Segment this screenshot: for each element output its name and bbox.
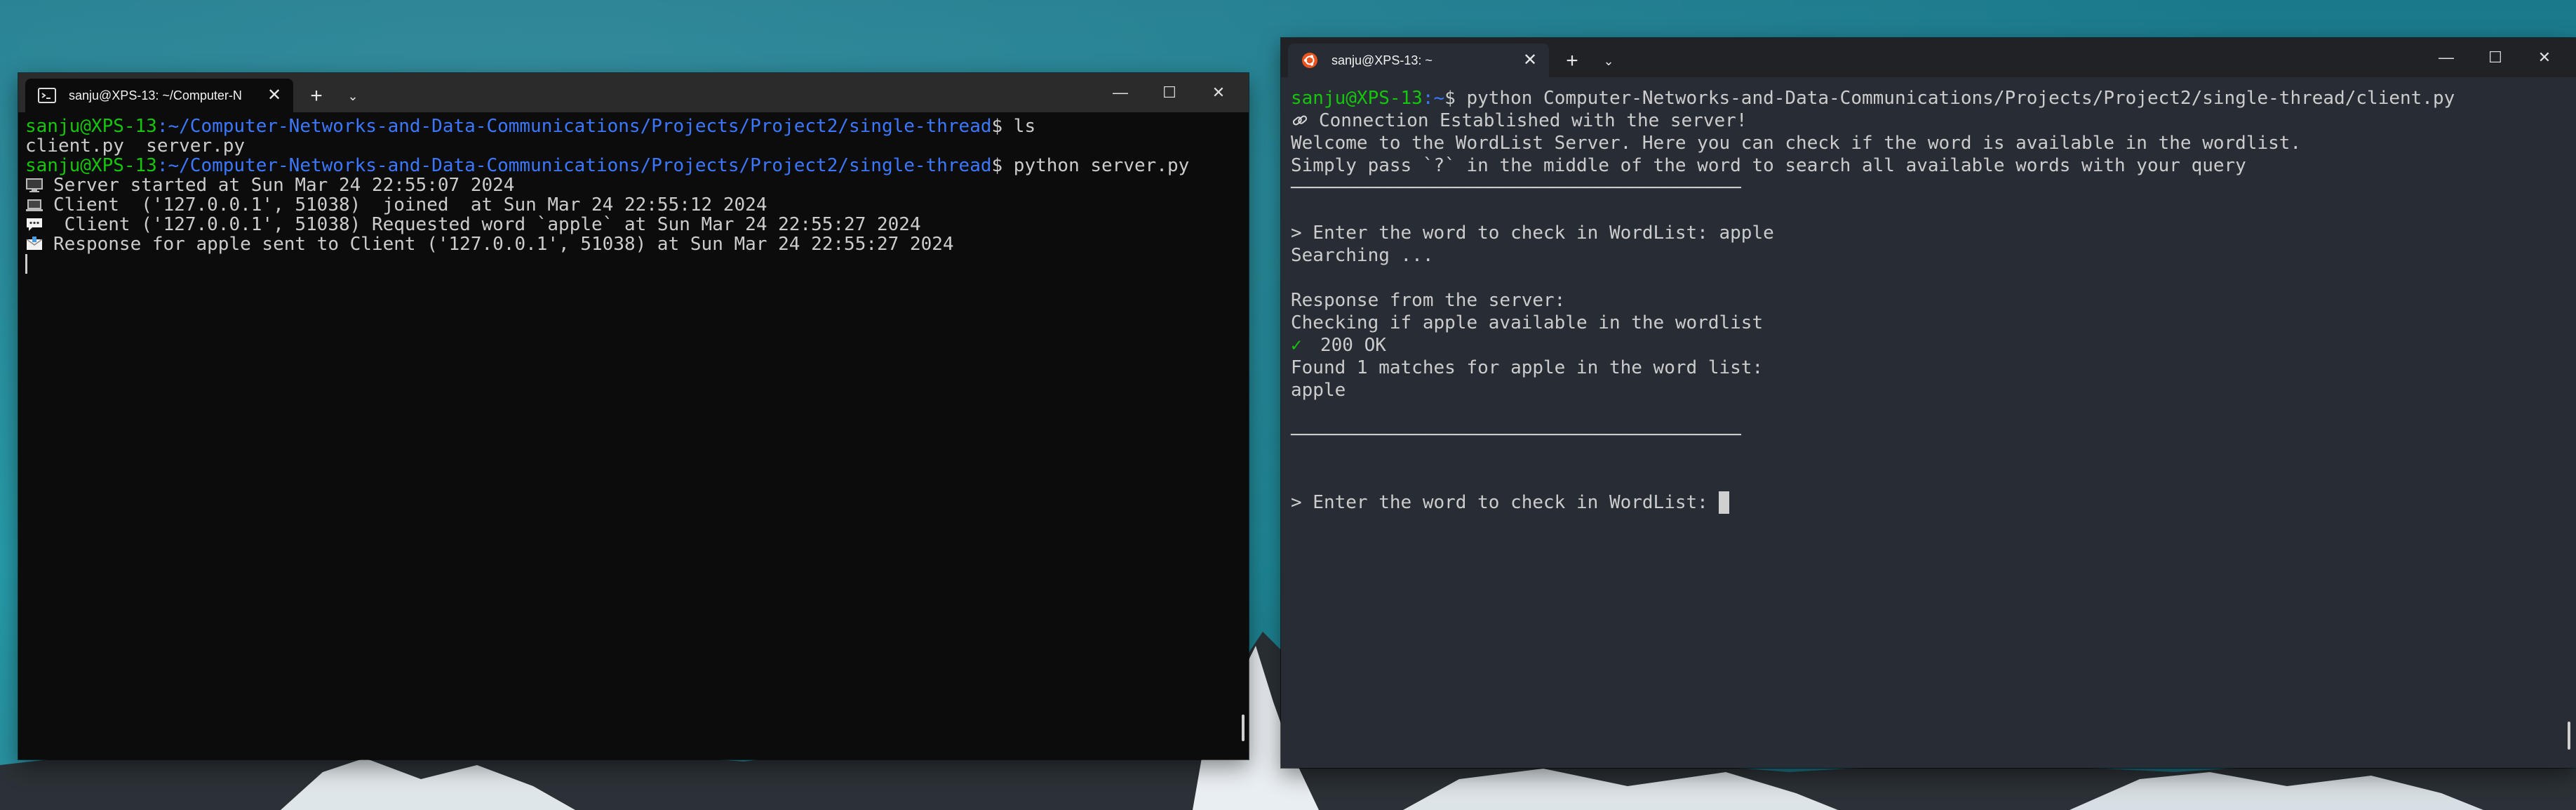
found-line: Found 1 matches for apple in the word li… <box>1291 357 1764 378</box>
log-line: Response for apple sent to Client ('127.… <box>25 234 1249 254</box>
status-line: ✓ 200 OK <box>1291 334 2576 357</box>
input-prompt: > Enter the word to check in WordList: <box>1291 492 1719 513</box>
prompt-path: :~/Computer-Networks-and-Data-Communicat… <box>156 116 992 137</box>
separator-line: ────────────────────────────────────────… <box>1291 425 1741 446</box>
left-terminal-output[interactable]: sanju@XPS-13:~/Computer-Networks-and-Dat… <box>18 112 1249 759</box>
searching-line: Searching ... <box>1291 245 1434 266</box>
minimize-button[interactable]: — <box>2422 38 2471 77</box>
maximize-button[interactable]: ☐ <box>2471 38 2520 77</box>
cursor-line <box>25 254 1249 274</box>
prompt-user: sanju@XPS-13 <box>25 116 157 137</box>
prompt-command: $ python server.py <box>991 155 1190 176</box>
tab-dropdown-button[interactable]: ⌄ <box>342 84 363 108</box>
left-title-bar[interactable]: sanju@XPS-13: ~/Computer-N ✕ + ⌄ — ☐ ✕ <box>18 73 1249 112</box>
left-terminal-window[interactable]: sanju@XPS-13: ~/Computer-N ✕ + ⌄ — ☐ ✕ s… <box>18 73 1249 759</box>
terminal-icon <box>38 88 56 103</box>
prompt-path: :~ <box>1422 88 1445 109</box>
new-tab-button[interactable]: + <box>302 84 330 108</box>
link-icon <box>1292 115 1308 126</box>
log-text: Client ('127.0.0.1', 51038) joined at Su… <box>53 194 767 215</box>
welcome-line: Welcome to the WordList Server. Here you… <box>1291 133 2302 154</box>
tab-close-button[interactable]: ✕ <box>264 79 285 112</box>
connection-line: Connection Established with the server! <box>1291 109 2576 132</box>
maximize-button[interactable]: ☐ <box>1145 73 1194 112</box>
log-line: Server started at Sun Mar 24 22:55:07 20… <box>25 175 1249 195</box>
monitor-icon <box>26 178 43 192</box>
log-line: Client ('127.0.0.1', 51038) joined at Su… <box>25 195 1249 215</box>
close-button[interactable]: ✕ <box>2520 38 2569 77</box>
hint-line: Simply pass `?` in the middle of the wor… <box>1291 155 2246 176</box>
right-terminal-tab[interactable]: sanju@XPS-13: ~ ✕ <box>1288 44 1549 77</box>
tab-close-button[interactable]: ✕ <box>1520 44 1541 77</box>
envelope-icon <box>26 237 43 250</box>
ubuntu-logo-icon <box>1302 53 1317 68</box>
log-line: Client ('127.0.0.1', 51038) Requested wo… <box>25 215 1249 234</box>
response-header: Response from the server: <box>1291 290 1566 311</box>
log-text: Server started at Sun Mar 24 22:55:07 20… <box>53 175 515 196</box>
checking-line: Checking if apple available in the wordl… <box>1291 312 1764 333</box>
result-line: apple <box>1291 380 1346 401</box>
input-prompt-line[interactable]: > Enter the word to check in WordList: <box>1291 491 2576 514</box>
prompt-line: sanju@XPS-13:~/Computer-Networks-and-Dat… <box>25 117 1249 136</box>
checkmark-icon: ✓ <box>1291 335 1302 356</box>
status-text: 200 OK <box>1320 335 1386 356</box>
connection-text: Connection Established with the server! <box>1319 110 1747 131</box>
separator-line: ────────────────────────────────────────… <box>1291 178 1741 199</box>
prompt-line: sanju@XPS-13:~/Computer-Networks-and-Dat… <box>25 156 1249 175</box>
prompt-path: :~/Computer-Networks-and-Data-Communicat… <box>156 155 992 176</box>
prompt-user: sanju@XPS-13 <box>1291 88 1423 109</box>
query-line: > Enter the word to check in WordList: a… <box>1291 223 1774 244</box>
text-cursor <box>25 254 27 274</box>
tab-title: sanju@XPS-13: ~/Computer-N <box>69 88 242 102</box>
tab-dropdown-button[interactable]: ⌄ <box>1598 49 1619 73</box>
output-line: client.py server.py <box>25 135 246 157</box>
right-terminal-output[interactable]: sanju@XPS-13:~$ python Computer-Networks… <box>1281 77 2576 768</box>
scrollbar-thumb[interactable] <box>2568 722 2570 750</box>
minimize-button[interactable]: — <box>1096 73 1145 112</box>
prompt-user: sanju@XPS-13 <box>25 155 157 176</box>
scrollbar-thumb[interactable] <box>1242 715 1245 741</box>
prompt-command: $ python Computer-Networks-and-Data-Comm… <box>1444 88 2455 109</box>
log-text: Response for apple sent to Client ('127.… <box>53 234 954 255</box>
prompt-line: sanju@XPS-13:~$ python Computer-Networks… <box>1291 87 2576 109</box>
tab-title: sanju@XPS-13: ~ <box>1331 53 1433 67</box>
speech-bubble-icon <box>27 218 42 231</box>
right-terminal-window[interactable]: sanju@XPS-13: ~ ✕ + ⌄ — ☐ ✕ sanju@XPS-13… <box>1281 38 2576 768</box>
new-tab-button[interactable]: + <box>1558 49 1586 73</box>
close-button[interactable]: ✕ <box>1194 73 1243 112</box>
text-cursor <box>1719 491 1730 514</box>
laptop-icon <box>26 199 43 211</box>
log-text: Client ('127.0.0.1', 51038) Requested wo… <box>53 214 921 235</box>
prompt-command: $ ls <box>991 116 1036 137</box>
left-terminal-tab[interactable]: sanju@XPS-13: ~/Computer-N ✕ <box>25 79 293 112</box>
right-title-bar[interactable]: sanju@XPS-13: ~ ✕ + ⌄ — ☐ ✕ <box>1281 38 2576 77</box>
